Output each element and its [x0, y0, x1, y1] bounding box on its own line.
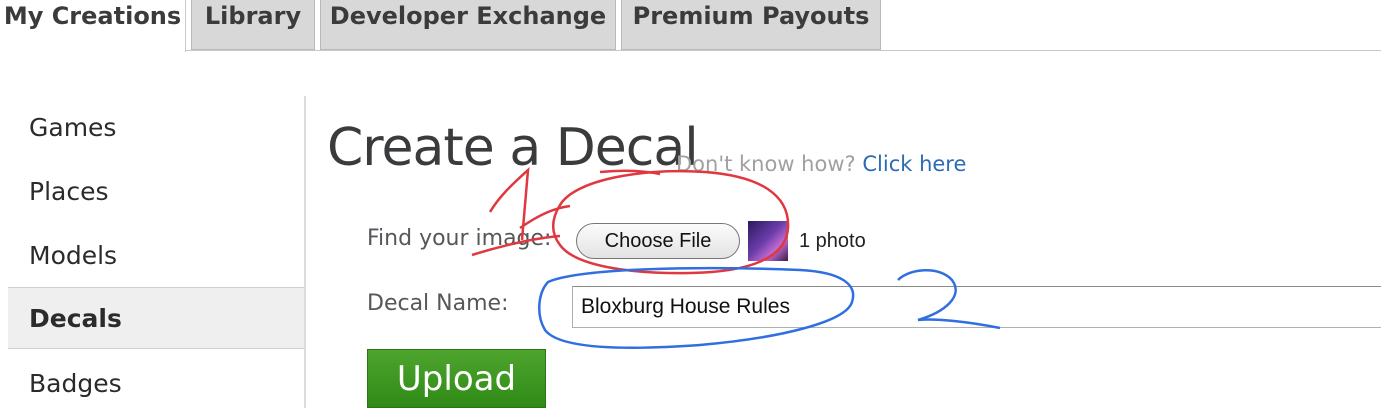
choose-file-button[interactable]: Choose File [576, 223, 740, 259]
decal-name-input[interactable] [572, 286, 1381, 328]
tab-premium-payouts[interactable]: Premium Payouts [621, 0, 881, 50]
tab-developer-exchange[interactable]: Developer Exchange [320, 0, 616, 50]
image-thumbnail [748, 221, 788, 261]
sidebar-item-decals[interactable]: Decals [8, 287, 304, 349]
file-status: 1 photo [799, 230, 866, 252]
help-prefix: Don't know how? [676, 152, 856, 176]
sidebar-item-games[interactable]: Games [8, 96, 304, 158]
help-text: Don't know how? Click here [676, 152, 966, 176]
top-tab-bar: My Creations Library Developer Exchange … [0, 0, 1381, 52]
sidebar-item-badges[interactable]: Badges [8, 352, 304, 414]
upload-button[interactable]: Upload [367, 349, 546, 408]
sidebar-item-models[interactable]: Models [8, 224, 304, 286]
help-link[interactable]: Click here [862, 152, 966, 176]
tab-library[interactable]: Library [191, 0, 315, 50]
page-title: Create a Decal [327, 118, 699, 178]
tab-my-creations[interactable]: My Creations [0, 0, 186, 52]
sidebar-divider [304, 96, 306, 408]
find-image-label: Find your image: [367, 226, 552, 251]
sidebar-item-places[interactable]: Places [8, 160, 304, 222]
decal-name-label: Decal Name: [367, 291, 509, 316]
sidebar: Games Places Models Decals Badges [8, 96, 306, 408]
tab-baseline [0, 50, 1381, 51]
